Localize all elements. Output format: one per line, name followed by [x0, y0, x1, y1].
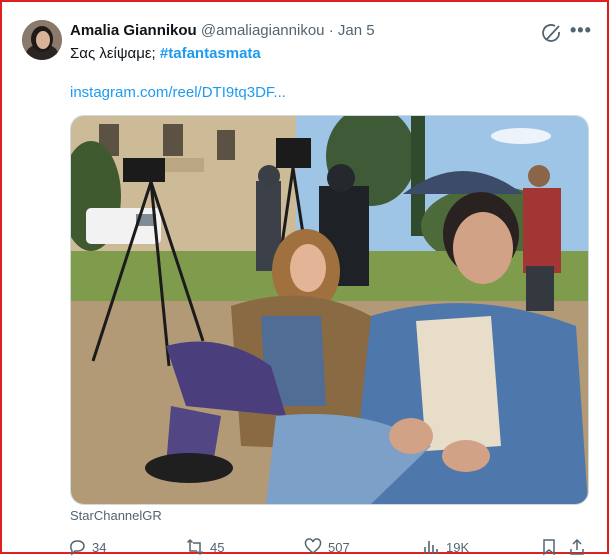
- tweet-date[interactable]: Jan 5: [338, 22, 375, 39]
- date-separator: ·: [328, 22, 334, 39]
- author-handle[interactable]: @amaliagiannikou: [201, 22, 325, 39]
- share-button[interactable]: [568, 538, 586, 556]
- media-source[interactable]: StarChannelGR: [70, 508, 162, 523]
- bookmark-icon: [543, 539, 555, 556]
- reply-count: 34: [92, 539, 107, 555]
- tweet-text: Σας λείψαμε; #tafantasmata: [70, 44, 261, 64]
- tweet-text-body: Σας λείψαμε;: [70, 45, 160, 62]
- media-photo[interactable]: [70, 115, 589, 505]
- like-button[interactable]: 507: [304, 538, 350, 556]
- more-icon[interactable]: •••: [570, 20, 592, 41]
- external-link[interactable]: instagram.com/reel/DTI9tq3DF...: [70, 84, 286, 101]
- share-icon: [570, 538, 584, 555]
- reply-icon: [70, 540, 85, 556]
- retweet-count: 45: [210, 539, 225, 555]
- retweet-icon: [186, 538, 204, 556]
- tweet-actions: 34 45 507 19K: [68, 538, 588, 558]
- views-button[interactable]: 19K: [422, 538, 469, 556]
- bookmark-button[interactable]: [540, 538, 558, 556]
- avatar[interactable]: [22, 20, 62, 60]
- like-icon: [304, 538, 322, 554]
- tweet-header: Amalia Giannikou @amaliagiannikou · Jan …: [70, 22, 375, 39]
- views-count: 19K: [446, 539, 470, 555]
- hashtag-link[interactable]: #tafantasmata: [160, 45, 261, 62]
- retweet-button[interactable]: 45: [186, 538, 224, 556]
- views-icon: [424, 541, 438, 554]
- grok-icon[interactable]: [541, 22, 563, 44]
- like-count: 507: [328, 539, 350, 555]
- author-name[interactable]: Amalia Giannikou: [70, 22, 197, 39]
- reply-button[interactable]: 34: [68, 538, 106, 556]
